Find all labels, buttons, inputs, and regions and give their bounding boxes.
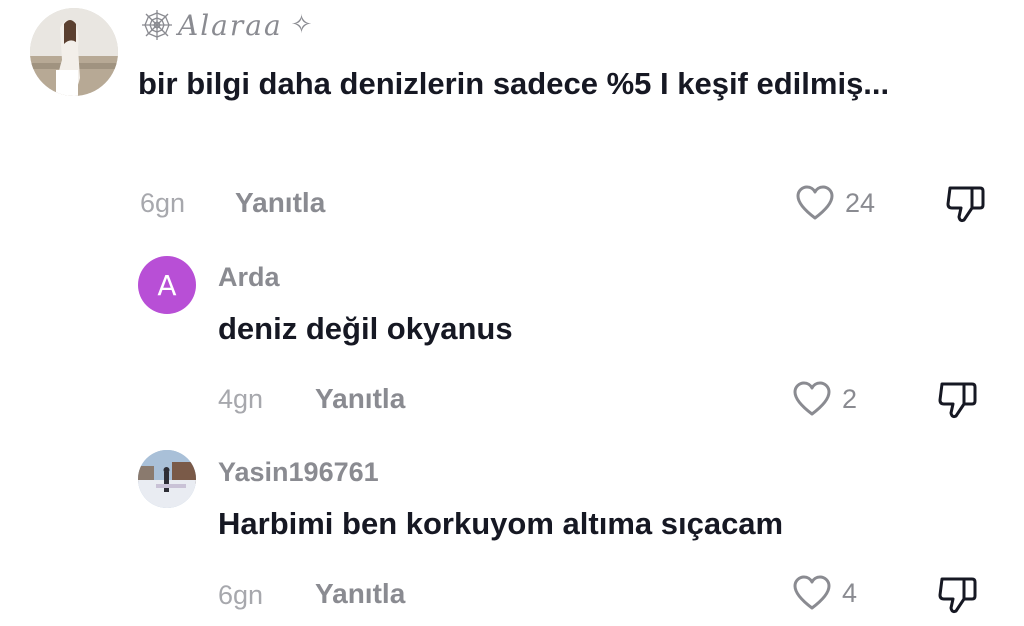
comment-text: bir bilgi daha denizlerin sadece %5 I ke… [138,66,890,101]
heart-icon [795,184,835,222]
dislike-button[interactable] [936,573,980,620]
thumbs-down-icon [944,182,988,224]
comment-time: 6gn [140,188,186,218]
reply-button[interactable]: Yanıtla [235,187,325,219]
comment-time: 6gn [218,580,264,610]
like-count: 2 [842,383,858,414]
avatar[interactable] [138,450,196,508]
reply-button[interactable]: Yanıtla [315,383,405,415]
like-count: 24 [845,187,876,218]
like-button[interactable]: 4 [792,574,857,612]
spider-web-icon [140,8,174,42]
avatar[interactable] [30,8,118,96]
comment-username[interactable]: Yasin196761 [218,457,379,488]
dislike-button[interactable] [944,182,988,229]
comment-text: deniz değil okyanus [218,311,513,346]
avatar-photo [138,450,196,508]
dislike-button[interactable] [936,378,980,425]
avatar[interactable]: A [138,256,196,314]
sparkle-icon: ✧ [290,10,313,40]
like-button[interactable]: 24 [795,184,875,222]
comment-username[interactable]: Arda [218,262,280,293]
comment-time: 4gn [218,384,264,414]
comment-text: Harbimi ben korkuyom altıma sıçacam [218,506,784,541]
comment-username[interactable]: Alaraa ✧ [140,8,312,42]
username-text: Alaraa [178,8,283,42]
heart-icon [792,574,832,612]
avatar-photo [30,8,118,96]
like-count: 4 [842,577,858,608]
avatar-letter: A [157,268,177,302]
reply-button[interactable]: Yanıtla [315,578,405,610]
heart-icon [792,380,832,418]
thumbs-down-icon [936,573,980,615]
thumbs-down-icon [936,378,980,420]
like-button[interactable]: 2 [792,380,857,418]
